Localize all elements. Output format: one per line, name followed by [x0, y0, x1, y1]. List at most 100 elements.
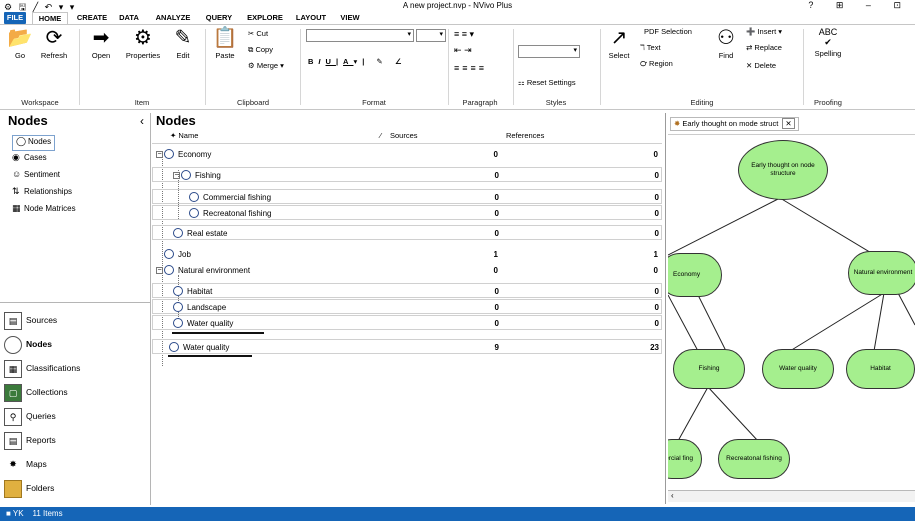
table-row[interactable]: Job 11 [152, 247, 662, 262]
align-right-icon[interactable]: ≡ [471, 63, 479, 73]
tab-query[interactable]: QUERY [202, 12, 236, 24]
collapse-toggle-icon[interactable]: − [156, 151, 163, 158]
window-controls[interactable]: ? ⊞ – ⊡ [808, 0, 911, 11]
nav-node-matrices[interactable]: ▦ Node Matrices [12, 203, 76, 219]
nav-button-nodes[interactable]: ​Nodes [4, 334, 150, 358]
highlight-icon[interactable]: ✎ [376, 57, 387, 66]
numbering-icon[interactable]: ≡ [462, 29, 467, 39]
pdf-text-button[interactable]: ℸ Text [640, 43, 661, 52]
collapse-nav-icon[interactable]: ‹ [140, 114, 144, 128]
nav-splitter[interactable] [0, 302, 150, 308]
tab-view[interactable]: VIEW [336, 12, 364, 24]
paste-button[interactable]: 📋 Paste [210, 27, 240, 60]
font-name-combo[interactable] [306, 29, 414, 42]
nav-button-maps[interactable]: ✸ Maps [4, 454, 150, 478]
nav-divider [150, 113, 151, 505]
table-row[interactable]: − Natural environment 00 [152, 263, 662, 278]
align-buttons[interactable]: ≡≡≡≡ [454, 63, 487, 73]
indent-buttons[interactable]: ⇤ ⇥ [454, 45, 472, 56]
go-button[interactable]: 📂 Go [6, 27, 34, 60]
table-row[interactable]: Commercial fishing 00 [152, 189, 662, 204]
restore-icon[interactable]: ⊡ [893, 0, 911, 10]
table-row[interactable]: Landscape 00 [152, 299, 662, 314]
table-row[interactable]: − Fishing 00 [152, 167, 662, 182]
table-row[interactable]: − Economy 00 [152, 147, 662, 162]
tab-file[interactable]: FILE [4, 12, 26, 24]
refresh-button[interactable]: ⟳ Refresh [36, 27, 72, 60]
map-node-water-quality[interactable]: Water quality [762, 349, 834, 389]
reset-settings-button[interactable]: ⚏ Reset Settings [518, 78, 576, 87]
styles-combo[interactable] [518, 45, 580, 58]
tab-explore[interactable]: EXPLORE [244, 12, 286, 24]
tab-data[interactable]: DATA [114, 12, 144, 24]
cut-button[interactable]: ✂ Cut [248, 29, 268, 38]
font-color-button[interactable]: A [343, 57, 353, 66]
nav-node-nodes[interactable]: ◯ Nodes [12, 135, 56, 151]
table-row[interactable]: Recreatonal fishing 00 [152, 205, 662, 220]
tab-home[interactable]: HOME [32, 12, 68, 24]
format-buttons[interactable]: BIU|A▾| ✎ ∠ [308, 57, 407, 66]
scroll-left-icon[interactable]: ‹ [671, 491, 674, 500]
tab-analyze[interactable]: ANALYZE [152, 12, 194, 24]
concept-map-canvas[interactable]: Early thought on node structure Economy … [668, 134, 915, 488]
merge-button[interactable]: ⚙ Merge ▾ [248, 61, 284, 70]
justify-icon[interactable]: ≡ [479, 63, 487, 73]
pdf-region-button[interactable]: ℺ Region [640, 59, 673, 68]
collapse-toggle-icon[interactable]: − [156, 267, 163, 274]
find-button[interactable]: ⚇ Find [712, 27, 740, 60]
clear-format-icon[interactable]: ∠ [395, 57, 407, 66]
nav-node-relationships[interactable]: ⇅ Relationships [12, 186, 72, 202]
map-tab[interactable]: ✸ Early thought on mode struct ✕ [670, 117, 799, 131]
map-node-fishing[interactable]: Fishing [673, 349, 745, 389]
nav-button-folders[interactable]: ​Folders [4, 478, 150, 502]
copy-button[interactable]: ⧉ Copy [248, 45, 273, 55]
underline-button[interactable]: U [326, 57, 336, 66]
table-row[interactable]: Water quality 00 [152, 315, 662, 330]
insert-icon: ➕ [746, 27, 756, 36]
column-header-sources[interactable]: Sources [390, 129, 500, 143]
column-header-references[interactable]: References [506, 129, 662, 143]
edit-button[interactable]: ✎ Edit [168, 27, 198, 60]
bullets-icon[interactable]: ≡ [454, 29, 459, 39]
tab-create[interactable]: CREATE [74, 12, 110, 24]
spelling-button[interactable]: ABC ✔ Spelling [808, 27, 848, 58]
nav-button-sources[interactable]: ▤ Sources [4, 310, 150, 334]
map-horizontal-scrollbar[interactable]: ‹ [668, 490, 915, 502]
italic-button[interactable]: I [318, 57, 325, 66]
font-size-combo[interactable] [416, 29, 446, 42]
close-tab-icon[interactable]: ✕ [782, 118, 795, 129]
properties-button[interactable]: ⚙ Properties [120, 27, 166, 60]
open-button[interactable]: ➡ Open [84, 27, 118, 60]
increase-indent-icon[interactable]: ⇥ [464, 45, 472, 55]
bold-button[interactable]: B [308, 57, 318, 66]
help-icon[interactable]: ? [808, 0, 823, 10]
replace-button[interactable]: ⇄ Replace [746, 43, 782, 52]
nav-button-collections[interactable]: ▢ Collections [4, 382, 150, 406]
minimize-icon[interactable]: – [866, 0, 881, 10]
select-button[interactable]: ↗ Select [604, 27, 634, 60]
table-row[interactable]: Habitat 00 [152, 283, 662, 298]
map-node-natural-environment[interactable]: Natural environment [848, 251, 915, 295]
map-node-root[interactable]: Early thought on node structure [738, 140, 828, 200]
nav-button-queries[interactable]: ⚲ Queries [4, 406, 150, 430]
insert-button[interactable]: ➕ Insert ▾ [746, 27, 782, 36]
ribbon-display-icon[interactable]: ⊞ [836, 0, 854, 10]
sort-indicator-icon: ⁄ [380, 131, 382, 140]
map-node-economy[interactable]: Economy [668, 253, 722, 297]
list-buttons[interactable]: ≡ ≡ ▾ [454, 29, 474, 40]
node-icon [181, 170, 191, 180]
nav-node-cases[interactable]: ◉ Cases [12, 152, 47, 168]
map-node-recreational-fishing[interactable]: Recreatonal fishing [718, 439, 790, 479]
nav-node-sentiment[interactable]: ☺ Sentiment [12, 169, 60, 185]
align-center-icon[interactable]: ≡ [462, 63, 470, 73]
map-node-habitat[interactable]: Habitat [846, 349, 915, 389]
decrease-indent-icon[interactable]: ⇤ [454, 45, 462, 55]
nav-button-reports[interactable]: ▤ Reports [4, 430, 150, 454]
column-header-name[interactable]: ✦ Name [170, 129, 380, 143]
collapse-toggle-icon[interactable]: − [173, 172, 180, 179]
tab-layout[interactable]: LAYOUT [292, 12, 330, 24]
table-row[interactable]: Water quality 9 23 [152, 339, 662, 354]
table-row[interactable]: Real estate 00 [152, 225, 662, 240]
nav-button-classifications[interactable]: ▦ Classifications [4, 358, 150, 382]
delete-button[interactable]: ✕ Delete [746, 61, 776, 70]
